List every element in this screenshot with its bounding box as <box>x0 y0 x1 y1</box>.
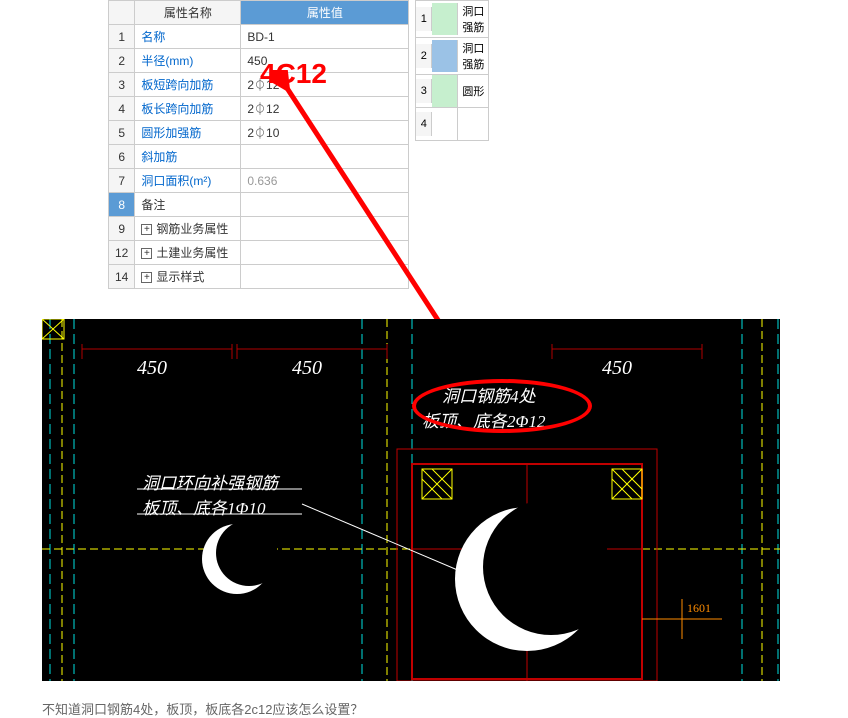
side-item[interactable]: 3 圆形 <box>415 74 489 108</box>
row-number: 2 <box>109 49 135 73</box>
property-row[interactable]: 8备注 <box>109 193 409 217</box>
row-number: 3 <box>109 73 135 97</box>
row-number: 12 <box>109 241 135 265</box>
property-name: +钢筋业务属性 <box>135 217 241 241</box>
annotation-4c12: 4C12 <box>260 58 327 90</box>
property-row[interactable]: 4板长跨向加筋2⏀12 <box>109 97 409 121</box>
property-name: 半径(mm) <box>135 49 241 73</box>
property-row[interactable]: 2半径(mm)450 <box>109 49 409 73</box>
cad-label: 板顶、底各1Φ10 <box>142 494 265 519</box>
dim-text: 450 <box>292 357 322 380</box>
side-item[interactable]: 1 洞口强筋 <box>415 0 489 38</box>
side-text: 洞口强筋 <box>458 38 488 74</box>
property-row[interactable]: 5圆形加强筋2⏀10 <box>109 121 409 145</box>
question-text: 不知道洞口钢筋4处，板顶，板底各2c12应该怎么设置？ <box>42 699 848 718</box>
side-item[interactable]: 4 <box>415 107 489 141</box>
property-row[interactable]: 9+钢筋业务属性 <box>109 217 409 241</box>
side-num: 2 <box>416 44 432 68</box>
header-corner <box>109 1 135 25</box>
property-row[interactable]: 14+显示样式 <box>109 265 409 289</box>
property-row[interactable]: 7洞口面积(m²)0.636 <box>109 169 409 193</box>
side-swatch <box>432 108 458 140</box>
side-swatch <box>432 3 458 35</box>
row-number: 7 <box>109 169 135 193</box>
row-number: 9 <box>109 217 135 241</box>
property-name: 板长跨向加筋 <box>135 97 241 121</box>
row-number: 1 <box>109 25 135 49</box>
ellipse-annotation <box>412 379 592 433</box>
property-row[interactable]: 12+土建业务属性 <box>109 241 409 265</box>
side-swatch <box>432 75 458 107</box>
side-text: 洞口强筋 <box>458 1 488 37</box>
row-number: 6 <box>109 145 135 169</box>
cad-container: 450 450 450 洞口钢筋4处 板顶、底各2Φ12 洞口环向补强钢筋 板顶… <box>42 319 848 681</box>
property-value[interactable]: 0.636 <box>241 169 409 193</box>
property-name: 名称 <box>135 25 241 49</box>
property-value[interactable] <box>241 145 409 169</box>
property-value[interactable]: 2⏀10 <box>241 121 409 145</box>
property-row[interactable]: 1名称BD-1 <box>109 25 409 49</box>
property-table: 属性名称 属性值 1名称BD-12半径(mm)4503板短跨向加筋2⏀124板长… <box>108 0 409 289</box>
property-name: 备注 <box>135 193 241 217</box>
header-value: 属性值 <box>241 1 409 25</box>
property-row[interactable]: 3板短跨向加筋2⏀12 <box>109 73 409 97</box>
cad-viewport[interactable]: 450 450 450 洞口钢筋4处 板顶、底各2Φ12 洞口环向补强钢筋 板顶… <box>42 319 780 681</box>
property-name: +土建业务属性 <box>135 241 241 265</box>
dim-text: 450 <box>602 357 632 380</box>
property-value[interactable] <box>241 265 409 289</box>
property-value[interactable] <box>241 217 409 241</box>
property-name: 斜加筋 <box>135 145 241 169</box>
expand-icon[interactable]: + <box>141 224 152 235</box>
property-name: 板短跨向加筋 <box>135 73 241 97</box>
side-num: 4 <box>416 112 432 136</box>
row-number: 8 <box>109 193 135 217</box>
property-value[interactable]: 2⏀12 <box>241 97 409 121</box>
side-panel: 1 洞口强筋 2 洞口强筋 3 圆形 4 <box>415 0 489 140</box>
side-num: 3 <box>416 79 432 103</box>
header-name: 属性名称 <box>135 1 241 25</box>
side-item[interactable]: 2 洞口强筋 <box>415 37 489 75</box>
opening-icon <box>197 519 277 599</box>
property-row[interactable]: 6斜加筋 <box>109 145 409 169</box>
property-value[interactable] <box>241 193 409 217</box>
expand-icon[interactable]: + <box>141 272 152 283</box>
dim-small: 1601 <box>687 601 711 616</box>
row-number: 4 <box>109 97 135 121</box>
side-swatch <box>432 40 458 72</box>
top-section: 属性名称 属性值 1名称BD-12半径(mm)4503板短跨向加筋2⏀124板长… <box>0 0 848 289</box>
property-value[interactable]: BD-1 <box>241 25 409 49</box>
side-text: 圆形 <box>458 81 488 101</box>
expand-icon[interactable]: + <box>141 248 152 259</box>
property-name: 洞口面积(m²) <box>135 169 241 193</box>
cad-label: 洞口环向补强钢筋 <box>142 469 278 494</box>
side-text <box>458 122 466 126</box>
side-num: 1 <box>416 7 432 31</box>
property-name: 圆形加强筋 <box>135 121 241 145</box>
opening-icon <box>447 499 607 659</box>
value-input[interactable] <box>247 198 402 212</box>
dim-text: 450 <box>137 357 167 380</box>
row-number: 14 <box>109 265 135 289</box>
property-name: +显示样式 <box>135 265 241 289</box>
property-value[interactable] <box>241 241 409 265</box>
row-number: 5 <box>109 121 135 145</box>
